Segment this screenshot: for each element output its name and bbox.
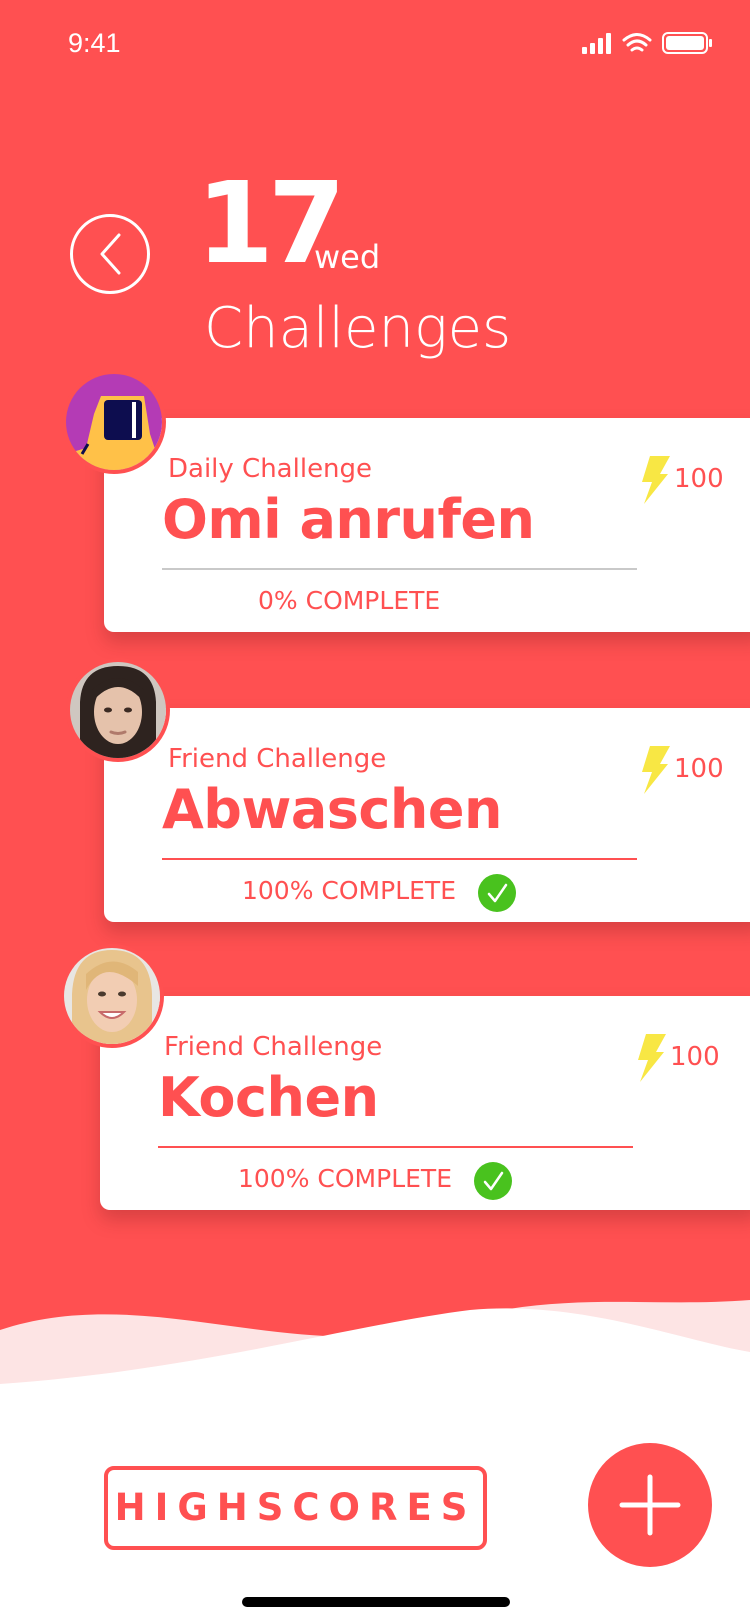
day-name: wed	[314, 238, 381, 276]
back-button[interactable]	[70, 214, 150, 294]
status-icons	[582, 32, 712, 54]
wifi-icon	[622, 33, 652, 52]
checkmark-icon	[478, 874, 516, 912]
challenge-card[interactable]: Friend Challenge Kochen 100% COMPLETE 10…	[100, 996, 750, 1210]
progress-label: 100% COMPLETE	[242, 876, 456, 905]
challenge-title: Abwaschen	[162, 778, 502, 841]
challenge-type: Friend Challenge	[164, 1032, 383, 1062]
challenge-card[interactable]: Friend Challenge Abwaschen 100% COMPLETE…	[104, 708, 750, 922]
woman-photo-avatar	[66, 658, 170, 762]
checkmark-icon	[474, 1162, 512, 1200]
lightning-bolt-icon	[642, 746, 670, 794]
plus-icon	[619, 1474, 681, 1536]
cellular-signal-icon	[582, 33, 611, 54]
progress-label: 100% COMPLETE	[238, 1164, 452, 1193]
blonde-woman-photo-avatar	[60, 944, 164, 1048]
progress-label: 0% COMPLETE	[258, 586, 441, 615]
challenge-type: Friend Challenge	[168, 744, 387, 774]
challenge-title: Kochen	[158, 1066, 379, 1129]
lightning-bolt-icon	[642, 456, 670, 504]
app-icon-avatar	[62, 370, 166, 474]
progress-bar	[158, 1146, 633, 1148]
highscores-button[interactable]: HIGHSCORES	[104, 1466, 487, 1550]
challenge-title: Omi anrufen	[162, 488, 535, 551]
points-value: 100	[674, 754, 724, 784]
chevron-left-icon	[100, 233, 121, 275]
status-time: 9:41	[68, 28, 121, 58]
progress-bar	[162, 858, 637, 860]
progress-bar	[162, 568, 637, 570]
challenge-card[interactable]: Daily Challenge Omi anrufen 0% COMPLETE …	[104, 418, 750, 632]
home-indicator[interactable]	[242, 1597, 510, 1607]
lightning-bolt-icon	[638, 1034, 666, 1082]
points-value: 100	[674, 464, 724, 494]
wave-divider	[0, 1300, 750, 1450]
battery-icon	[662, 32, 712, 54]
challenge-type: Daily Challenge	[168, 454, 373, 484]
add-challenge-button[interactable]	[588, 1443, 712, 1567]
points-value: 100	[670, 1042, 720, 1072]
page-title: Challenges	[204, 296, 512, 361]
